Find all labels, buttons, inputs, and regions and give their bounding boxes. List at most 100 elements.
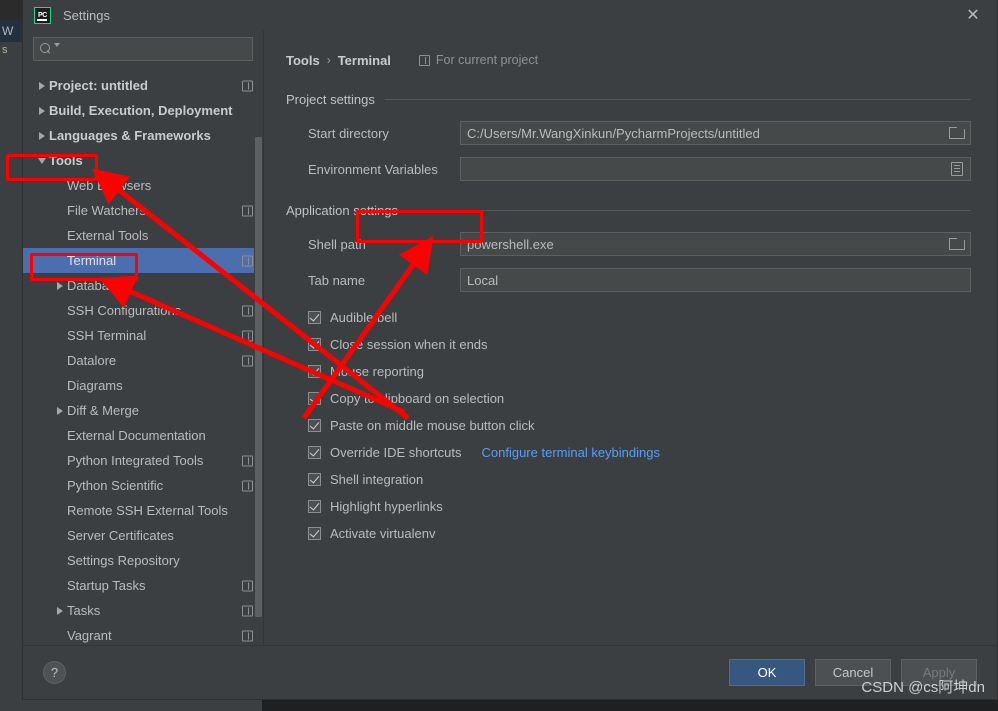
cancel-button[interactable]: Cancel bbox=[815, 659, 891, 686]
chevron-right-icon[interactable] bbox=[35, 131, 49, 140]
project-scope-icon bbox=[242, 205, 253, 216]
sidebar-scrollbar-thumb[interactable] bbox=[255, 137, 262, 617]
tab-name-input[interactable] bbox=[461, 269, 970, 291]
checkbox-row-mouse-reporting[interactable]: Mouse reporting bbox=[286, 358, 971, 385]
configure-terminal-keybindings-link[interactable]: Configure terminal keybindings bbox=[482, 445, 660, 460]
ok-button[interactable]: OK bbox=[729, 659, 805, 686]
checkbox-activate-virtualenv[interactable] bbox=[308, 527, 321, 540]
folder-icon[interactable] bbox=[949, 237, 965, 251]
shell-path-row: Shell path bbox=[286, 232, 971, 256]
chevron-right-icon[interactable] bbox=[53, 406, 67, 415]
sidebar-item-datalore[interactable]: Datalore bbox=[23, 348, 263, 373]
chevron-down-icon bbox=[38, 157, 46, 164]
group-divider bbox=[384, 99, 971, 100]
sidebar-item-label: Build, Execution, Deployment bbox=[49, 103, 233, 118]
sidebar-item-server-certificates[interactable]: Server Certificates bbox=[23, 523, 263, 548]
checkbox-label-paste-on-middle-mouse-button-click: Paste on middle mouse button click bbox=[330, 418, 535, 433]
project-scope-icon bbox=[242, 80, 253, 91]
search-box[interactable] bbox=[33, 37, 253, 61]
checkbox-close-session-when-it-ends[interactable] bbox=[308, 338, 321, 351]
sidebar-item-label: Terminal bbox=[67, 253, 117, 268]
tab-name-field-wrap[interactable] bbox=[460, 268, 971, 292]
application-settings-header: Application settings bbox=[286, 203, 971, 218]
pycharm-logo-icon: PC bbox=[34, 6, 51, 24]
sidebar-item-label: Python Scientific bbox=[67, 478, 164, 493]
sidebar-item-diff-merge[interactable]: Diff & Merge bbox=[23, 398, 263, 423]
start-directory-field-wrap[interactable] bbox=[460, 121, 971, 145]
checkbox-row-shell-integration[interactable]: Shell integration bbox=[286, 466, 971, 493]
checkbox-label-close-session-when-it-ends: Close session when it ends bbox=[330, 337, 488, 352]
checkbox-row-audible-bell[interactable]: Audible bell bbox=[286, 304, 971, 331]
sidebar-item-ssh-configurations[interactable]: SSH Configurations bbox=[23, 298, 263, 323]
sidebar-item-label: Languages & Frameworks bbox=[49, 128, 211, 143]
checkbox-copy-to-clipboard-on-selection[interactable] bbox=[308, 392, 321, 405]
checkbox-label-copy-to-clipboard-on-selection: Copy to clipboard on selection bbox=[330, 391, 505, 406]
chevron-right-icon bbox=[57, 606, 63, 615]
chevron-right-icon bbox=[57, 281, 63, 290]
checkbox-row-highlight-hyperlinks[interactable]: Highlight hyperlinks bbox=[286, 493, 971, 520]
sidebar-item-terminal[interactable]: Terminal bbox=[23, 248, 263, 273]
sidebar-item-label: Settings Repository bbox=[67, 553, 180, 568]
checkbox-paste-on-middle-mouse-button-click[interactable] bbox=[308, 419, 321, 432]
chevron-down-icon[interactable] bbox=[35, 157, 49, 164]
checkbox-row-override-ide-shortcuts[interactable]: Override IDE shortcuts Configure terminal… bbox=[286, 439, 971, 466]
breadcrumb-separator: › bbox=[326, 53, 331, 67]
pycharm-logo-text: PC bbox=[37, 11, 48, 19]
dialog-footer: ? OK Cancel Apply CSDN @cs阿坤dn bbox=[23, 645, 997, 699]
sidebar-item-python-scientific[interactable]: Python Scientific bbox=[23, 473, 263, 498]
apply-button[interactable]: Apply bbox=[901, 659, 977, 686]
sidebar-item-ssh-terminal[interactable]: SSH Terminal bbox=[23, 323, 263, 348]
sidebar-item-remote-ssh-external-tools[interactable]: Remote SSH External Tools bbox=[23, 498, 263, 523]
project-scope-icon bbox=[242, 455, 253, 466]
sidebar-item-diagrams[interactable]: Diagrams bbox=[23, 373, 263, 398]
checkbox-highlight-hyperlinks[interactable] bbox=[308, 500, 321, 513]
sidebar-item-python-integrated-tools[interactable]: Python Integrated Tools bbox=[23, 448, 263, 473]
help-button[interactable]: ? bbox=[43, 661, 66, 684]
tab-name-label: Tab name bbox=[308, 272, 366, 288]
checkbox-label-highlight-hyperlinks: Highlight hyperlinks bbox=[330, 499, 443, 514]
search-input[interactable] bbox=[60, 41, 252, 57]
sidebar-item-vagrant[interactable]: Vagrant bbox=[23, 623, 263, 645]
sidebar-item-file-watchers[interactable]: File Watchers bbox=[23, 198, 263, 223]
shell-path-field-wrap[interactable] bbox=[460, 232, 971, 256]
sidebar-scrollbar-track[interactable] bbox=[254, 30, 263, 645]
chevron-right-icon[interactable] bbox=[35, 81, 49, 90]
project-settings-fields: Start directory Environment Variables bbox=[286, 121, 971, 181]
sidebar-item-label: Project: untitled bbox=[49, 78, 148, 93]
sidebar-item-label: Web Browsers bbox=[67, 178, 152, 193]
breadcrumb-parent[interactable]: Tools bbox=[286, 53, 320, 68]
checkbox-shell-integration[interactable] bbox=[308, 473, 321, 486]
checkbox-audible-bell[interactable] bbox=[308, 311, 321, 324]
sidebar-item-external-documentation[interactable]: External Documentation bbox=[23, 423, 263, 448]
chevron-right-icon[interactable] bbox=[53, 281, 67, 290]
environment-variables-input[interactable] bbox=[461, 158, 951, 180]
sidebar-item-web-browsers[interactable]: Web Browsers bbox=[23, 173, 263, 198]
sidebar-item-label: Tools bbox=[49, 153, 83, 168]
sidebar-item-languages-frameworks[interactable]: Languages & Frameworks bbox=[23, 123, 263, 148]
sidebar-item-database[interactable]: Database bbox=[23, 273, 263, 298]
close-icon[interactable]: ✕ bbox=[963, 6, 983, 26]
sidebar-item-external-tools[interactable]: External Tools bbox=[23, 223, 263, 248]
checkbox-override-ide-shortcuts[interactable] bbox=[308, 446, 321, 459]
checkbox-row-close-session-when-it-ends[interactable]: Close session when it ends bbox=[286, 331, 971, 358]
checkbox-row-copy-to-clipboard-on-selection[interactable]: Copy to clipboard on selection bbox=[286, 385, 971, 412]
checkbox-row-activate-virtualenv[interactable]: Activate virtualenv bbox=[286, 520, 971, 547]
folder-icon[interactable] bbox=[949, 126, 965, 140]
sidebar-item-settings-repository[interactable]: Settings Repository bbox=[23, 548, 263, 573]
chevron-right-icon[interactable] bbox=[35, 106, 49, 115]
start-directory-input[interactable] bbox=[461, 122, 949, 144]
env-vars-icon[interactable] bbox=[951, 162, 963, 176]
environment-variables-field-wrap[interactable] bbox=[460, 157, 971, 181]
sidebar-item-startup-tasks[interactable]: Startup Tasks bbox=[23, 573, 263, 598]
chevron-right-icon[interactable] bbox=[53, 606, 67, 615]
sidebar-item-label: SSH Configurations bbox=[67, 303, 182, 318]
sidebar-item-project-untitled[interactable]: Project: untitled bbox=[23, 73, 263, 98]
project-settings-title: Project settings bbox=[286, 92, 375, 107]
shell-path-input[interactable] bbox=[461, 233, 949, 255]
sidebar-item-tools[interactable]: Tools bbox=[23, 148, 263, 173]
checkbox-row-paste-on-middle-mouse-button-click[interactable]: Paste on middle mouse button click bbox=[286, 412, 971, 439]
sidebar-item-tasks[interactable]: Tasks bbox=[23, 598, 263, 623]
for-current-project-indicator: For current project bbox=[418, 53, 538, 67]
sidebar-item-build-execution-deployment[interactable]: Build, Execution, Deployment bbox=[23, 98, 263, 123]
checkbox-mouse-reporting[interactable] bbox=[308, 365, 321, 378]
